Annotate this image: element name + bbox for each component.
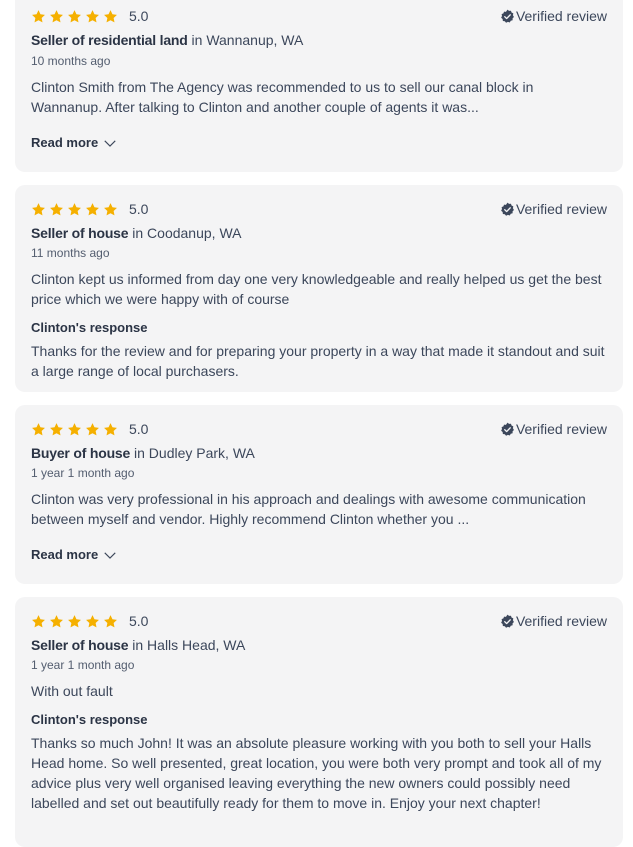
star-icon [104, 202, 117, 215]
verified-badge: Verified review [500, 613, 607, 629]
star-icon [32, 614, 45, 627]
review-date: 11 months ago [31, 246, 110, 260]
review-card: 5.0 Verified review Seller of residentia… [15, 0, 623, 172]
read-more-button[interactable]: Read more [31, 135, 117, 150]
read-more-label: Read more [31, 135, 99, 150]
review-location: Wannanup, WA [206, 32, 304, 48]
verified-check-icon [501, 9, 514, 23]
verified-badge: Verified review [500, 201, 607, 217]
review-text: Clinton Smith from The Agency was recomm… [31, 79, 534, 115]
location-prefix: in [191, 32, 203, 48]
review-location: Dudley Park, WA [148, 445, 255, 461]
verified-badge: Verified review [500, 8, 607, 24]
star-icon [68, 422, 81, 435]
review-location: Coodanup, WA [147, 225, 242, 241]
star-icon [32, 422, 45, 435]
star-icon [32, 9, 45, 22]
verified-check-icon [501, 614, 514, 628]
review-text: Clinton was very professional in his app… [31, 491, 586, 527]
location-prefix: in [132, 225, 144, 241]
star-rating [31, 422, 118, 437]
verified-label: Verified review [515, 8, 607, 24]
star-icon [50, 422, 63, 435]
response-title: Clinton's response [31, 320, 148, 335]
verified-label: Verified review [515, 421, 607, 437]
star-rating [31, 614, 118, 629]
review-card: 5.0 Verified review Buyer of house in Du… [15, 405, 623, 584]
review-date: 1 year 1 month ago [31, 658, 135, 672]
rating-row: 5.0 [31, 613, 148, 629]
star-icon [86, 614, 99, 627]
star-icon [50, 614, 63, 627]
star-rating [31, 202, 118, 217]
reviewer-role-line: Seller of house in Halls Head, WA [31, 637, 245, 653]
review-card: 5.0 Verified review Seller of house in C… [15, 185, 623, 392]
rating-value: 5.0 [129, 421, 149, 437]
star-icon [86, 9, 99, 22]
reviewer-role-line: Seller of house in Coodanup, WA [31, 225, 241, 241]
star-icon [68, 614, 81, 627]
star-icon [50, 9, 63, 22]
rating-value: 5.0 [129, 8, 149, 24]
location-prefix: in [132, 637, 144, 653]
review-text: Clinton kept us informed from day one ve… [31, 271, 602, 307]
response-text: Thanks for the review and for preparing … [31, 343, 605, 379]
verified-check-icon [501, 202, 514, 216]
star-icon [104, 9, 117, 22]
review-text: With out fault [31, 683, 113, 699]
star-icon [68, 9, 81, 22]
reviewer-role-line: Buyer of house in Dudley Park, WA [31, 445, 255, 461]
star-icon [104, 614, 117, 627]
reviewer-role: Seller of residential land [31, 32, 188, 48]
chevron-down-icon [104, 139, 116, 147]
star-icon [32, 202, 45, 215]
reviewer-role: Seller of house [31, 225, 129, 241]
read-more-label: Read more [31, 547, 99, 562]
verified-badge: Verified review [500, 421, 607, 437]
chevron-down-icon [104, 551, 116, 559]
verified-check-icon [501, 422, 514, 436]
rating-value: 5.0 [129, 613, 149, 629]
star-icon [86, 422, 99, 435]
read-more-button[interactable]: Read more [31, 547, 117, 562]
reviewer-role: Seller of house [31, 637, 129, 653]
star-icon [104, 422, 117, 435]
star-rating [31, 9, 118, 24]
review-date: 1 year 1 month ago [31, 466, 135, 480]
reviewer-role-line: Seller of residential land in Wannanup, … [31, 32, 303, 48]
star-icon [86, 202, 99, 215]
review-date: 10 months ago [31, 54, 111, 68]
rating-row: 5.0 [31, 421, 148, 437]
verified-label: Verified review [515, 613, 607, 629]
response-title: Clinton's response [31, 712, 148, 727]
verified-label: Verified review [515, 201, 607, 217]
reviewer-role: Buyer of house [31, 445, 131, 461]
star-icon [50, 202, 63, 215]
star-icon [68, 202, 81, 215]
review-location: Halls Head, WA [147, 637, 246, 653]
review-card: 5.0 Verified review Seller of house in H… [15, 597, 623, 847]
location-prefix: in [134, 445, 145, 461]
rating-row: 5.0 [31, 8, 148, 24]
rating-row: 5.0 [31, 201, 148, 217]
rating-value: 5.0 [129, 201, 149, 217]
response-text: Thanks so much John! It was an absolute … [31, 735, 602, 811]
